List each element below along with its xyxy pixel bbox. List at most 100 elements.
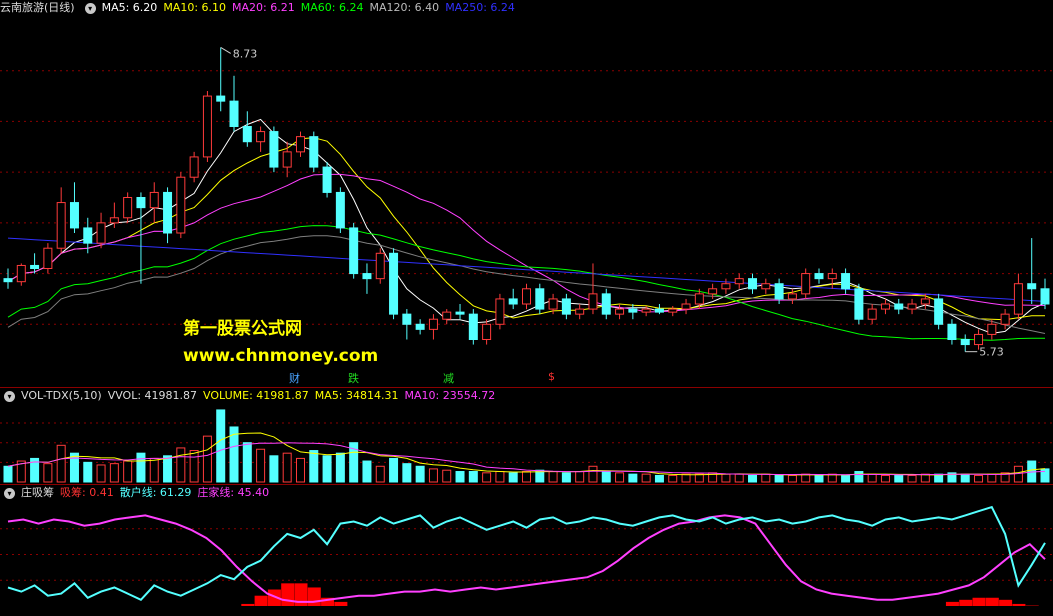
volume-bar bbox=[548, 471, 558, 483]
volume-bar bbox=[242, 442, 252, 483]
volume-bar bbox=[389, 457, 399, 483]
candle-body bbox=[561, 298, 571, 315]
candle-body bbox=[668, 308, 678, 313]
vvol-label: VVOL: 41981.87 bbox=[107, 389, 198, 402]
volume-bar bbox=[561, 472, 571, 483]
candle-body bbox=[309, 136, 319, 168]
toggle-icon[interactable]: ▾ bbox=[84, 2, 96, 14]
candle-body bbox=[163, 191, 173, 234]
volume-bar bbox=[814, 474, 824, 483]
candle-body bbox=[69, 202, 79, 229]
candle-body bbox=[389, 252, 399, 315]
candle-body bbox=[761, 283, 771, 290]
ma250-label: MA250: 6.24 bbox=[445, 1, 515, 14]
candle-body bbox=[867, 308, 877, 320]
indicator-header: ▾ 庄吸筹 吸筹: 0.41 散户线: 61.29 庄家线: 45.40 bbox=[0, 485, 275, 501]
candle-body bbox=[189, 156, 199, 178]
candle-body bbox=[202, 95, 212, 158]
volume-bar bbox=[867, 473, 877, 483]
event-mark-dollar[interactable]: $ bbox=[548, 370, 555, 383]
candle-body bbox=[588, 293, 598, 310]
volume-bar bbox=[269, 455, 279, 483]
candle-body bbox=[801, 273, 811, 295]
xichou-bar bbox=[281, 583, 295, 606]
volume-bar bbox=[615, 472, 625, 483]
volume-bar bbox=[588, 465, 598, 483]
indicator-pane: ▾ 庄吸筹 吸筹: 0.41 散户线: 61.29 庄家线: 45.40 bbox=[0, 485, 1053, 606]
vol-ma10-label: MA10: 23554.72 bbox=[404, 389, 496, 402]
toggle-icon[interactable]: ▾ bbox=[4, 487, 15, 499]
candle-body bbox=[601, 293, 611, 315]
volume-bar bbox=[880, 474, 890, 483]
vol-title: VOL-TDX(5,10) bbox=[21, 389, 102, 402]
candle-body bbox=[535, 288, 545, 310]
volume-bar bbox=[176, 447, 186, 483]
event-mark-cai[interactable]: 财 bbox=[289, 370, 300, 386]
event-mark-jian[interactable]: 减 bbox=[443, 370, 454, 386]
volume-bar bbox=[748, 474, 758, 483]
volume-bar bbox=[508, 472, 518, 483]
candle-body bbox=[96, 222, 106, 244]
candle-body bbox=[841, 273, 851, 290]
event-mark-die[interactable]: 跌 bbox=[348, 370, 359, 386]
candle-body bbox=[30, 264, 40, 270]
volume-bar bbox=[987, 473, 997, 483]
volume-bar bbox=[841, 474, 851, 483]
price-title: 云南旅游(日线) bbox=[0, 1, 75, 14]
watermark-url: www.chnmoney.com bbox=[183, 346, 379, 366]
candle-body bbox=[109, 217, 119, 224]
volume-bar bbox=[522, 471, 531, 483]
toggle-icon[interactable]: ▾ bbox=[4, 390, 15, 402]
volume-bar bbox=[3, 465, 13, 483]
candle-body bbox=[415, 323, 425, 330]
candle-body bbox=[1000, 313, 1010, 325]
candle-body bbox=[748, 278, 758, 290]
candlestick-chart[interactable]: 8.73 5.73 bbox=[0, 0, 1053, 387]
volume-bar bbox=[202, 435, 212, 483]
candle-body bbox=[123, 197, 133, 219]
ma60-line bbox=[7, 225, 1045, 341]
candle-body bbox=[495, 298, 505, 325]
sanhu-label: 散户线: 61.29 bbox=[119, 486, 192, 499]
indicator-chart[interactable] bbox=[0, 485, 1053, 606]
volume-bar bbox=[415, 465, 425, 483]
volume-bar bbox=[295, 457, 305, 483]
volume-bar bbox=[69, 452, 79, 483]
volume-bar bbox=[761, 473, 771, 483]
volume-bar bbox=[601, 471, 611, 483]
volume-bar bbox=[787, 474, 797, 483]
watermark-title: 第一股票公式网 bbox=[183, 319, 302, 339]
candle-body bbox=[242, 126, 252, 143]
ma5-label: MA5: 6.20 bbox=[101, 1, 158, 14]
volume-bar bbox=[641, 473, 651, 483]
volume-bar bbox=[907, 474, 917, 483]
volume-bar bbox=[56, 444, 66, 483]
volume-bar bbox=[189, 450, 199, 483]
volume-bar bbox=[468, 471, 478, 483]
candle-body bbox=[442, 311, 452, 320]
candle-body bbox=[282, 151, 292, 168]
candle-body bbox=[628, 308, 638, 313]
volume-bar bbox=[734, 473, 744, 483]
candle-body bbox=[269, 131, 279, 168]
candle-body bbox=[428, 318, 438, 330]
volume-bar bbox=[149, 457, 159, 483]
ma60-label: MA60: 6.24 bbox=[300, 1, 364, 14]
candle-body bbox=[1027, 283, 1037, 290]
candle-body bbox=[256, 131, 266, 143]
volume-bar bbox=[335, 452, 345, 483]
xichou-bar bbox=[307, 587, 321, 606]
volume-bar bbox=[774, 474, 784, 483]
volume-bar bbox=[854, 471, 864, 483]
candle-body bbox=[375, 252, 385, 280]
candle-body bbox=[16, 264, 26, 283]
candle-body bbox=[349, 227, 359, 275]
candle-body bbox=[149, 191, 159, 209]
candle-body bbox=[482, 323, 492, 340]
candle-body bbox=[3, 278, 13, 283]
candle-body bbox=[814, 273, 824, 280]
volume-pane: ▾ VOL-TDX(5,10) VVOL: 41981.87 VOLUME: 4198… bbox=[0, 388, 1053, 484]
volume-bar bbox=[96, 464, 106, 483]
candle-body bbox=[522, 288, 531, 305]
volume-bar bbox=[894, 474, 904, 483]
